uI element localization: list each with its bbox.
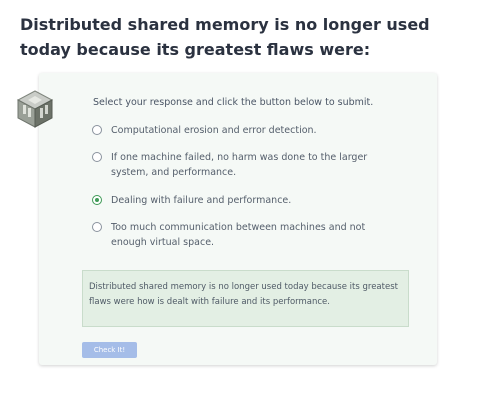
option-4-radio[interactable] xyxy=(92,222,102,232)
quiz-page: Distributed shared memory is no longer u… xyxy=(0,0,488,401)
feedback-box: Distributed shared memory is no longer u… xyxy=(82,270,409,327)
option-2-label: If one machine failed, no harm was done … xyxy=(111,152,368,178)
option-3-label: Dealing with failure and performance. xyxy=(111,195,292,206)
option-2-radio[interactable] xyxy=(92,152,102,162)
instruction-text: Select your response and click the butto… xyxy=(93,97,374,108)
check-it-button[interactable]: Check It! xyxy=(82,342,137,358)
quiz-cube-icon xyxy=(16,90,54,128)
option-1-radio[interactable] xyxy=(92,125,102,135)
quiz-card: Select your response and click the butto… xyxy=(39,73,437,365)
option-4-label: Too much communication between machines … xyxy=(111,222,366,248)
option-3-radio-selected[interactable] xyxy=(92,195,102,205)
option-1-label: Computational erosion and error detectio… xyxy=(111,125,317,136)
question-title: Distributed shared memory is no longer u… xyxy=(20,15,430,59)
